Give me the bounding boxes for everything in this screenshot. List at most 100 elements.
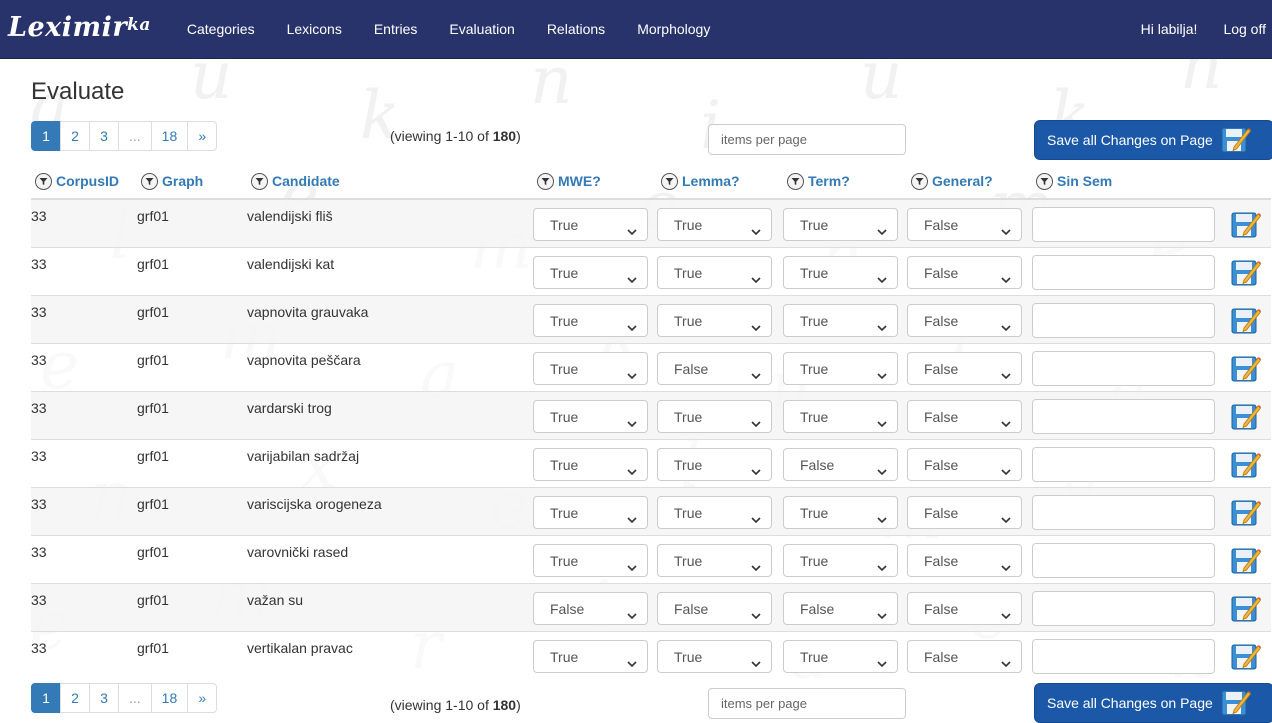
general-select[interactable]: False bbox=[907, 352, 1022, 385]
lemma-select[interactable]: True bbox=[657, 400, 772, 433]
sin-sem-input[interactable] bbox=[1032, 399, 1215, 434]
column-header-sin-sem[interactable]: Sin Sem bbox=[1032, 165, 1228, 200]
save-all-button[interactable]: Save all Changes on Page bbox=[1034, 683, 1272, 723]
sin-sem-input[interactable] bbox=[1032, 495, 1215, 530]
mwe-select[interactable]: True bbox=[533, 304, 648, 337]
lemma-select[interactable]: True bbox=[657, 304, 772, 337]
filter-icon[interactable] bbox=[141, 173, 158, 191]
save-edit-icon[interactable] bbox=[1231, 258, 1262, 289]
lemma-select[interactable]: True bbox=[657, 544, 772, 577]
lemma-select[interactable]: False bbox=[657, 592, 772, 625]
lemma-select[interactable]: True bbox=[657, 256, 772, 289]
general-select[interactable]: False bbox=[907, 256, 1022, 289]
term-select[interactable]: True bbox=[783, 208, 898, 241]
items-per-page-input[interactable] bbox=[708, 688, 906, 719]
sin-sem-input[interactable] bbox=[1032, 303, 1215, 338]
nav-entries[interactable]: Entries bbox=[358, 0, 434, 58]
column-header-candidate[interactable]: Candidate bbox=[247, 165, 533, 200]
page-2-button[interactable]: 2 bbox=[60, 683, 90, 713]
mwe-select[interactable]: True bbox=[533, 496, 648, 529]
lemma-select[interactable]: True bbox=[657, 448, 772, 481]
sin-sem-input[interactable] bbox=[1032, 639, 1215, 674]
save-edit-icon[interactable] bbox=[1231, 546, 1262, 577]
page-1-button[interactable]: 1 bbox=[31, 121, 61, 151]
filter-icon[interactable] bbox=[911, 173, 928, 191]
items-per-page-input[interactable] bbox=[708, 124, 906, 155]
mwe-select[interactable]: True bbox=[533, 640, 648, 673]
nav-lexicons[interactable]: Lexicons bbox=[271, 0, 358, 58]
lemma-select[interactable]: True bbox=[657, 208, 772, 241]
page-18-button[interactable]: 18 bbox=[150, 121, 189, 151]
sin-sem-input[interactable] bbox=[1032, 591, 1215, 626]
mwe-select[interactable]: True bbox=[533, 544, 648, 577]
save-edit-icon[interactable] bbox=[1231, 210, 1262, 241]
next-page-button[interactable]: » bbox=[187, 683, 218, 713]
term-select[interactable]: False bbox=[783, 592, 898, 625]
page-3-button[interactable]: 3 bbox=[89, 683, 119, 713]
page-2-button[interactable]: 2 bbox=[60, 121, 90, 151]
column-header-mwe[interactable]: MWE? bbox=[533, 165, 657, 200]
save-edit-icon[interactable] bbox=[1231, 402, 1262, 433]
term-select[interactable]: True bbox=[783, 496, 898, 529]
page-1-button[interactable]: 1 bbox=[31, 683, 61, 713]
general-select[interactable]: False bbox=[907, 592, 1022, 625]
column-header-corpusid[interactable]: CorpusID bbox=[31, 165, 137, 200]
general-select[interactable]: False bbox=[907, 304, 1022, 337]
filter-icon[interactable] bbox=[251, 173, 268, 191]
save-edit-icon[interactable] bbox=[1231, 498, 1262, 529]
sin-sem-input[interactable] bbox=[1032, 447, 1215, 482]
save-edit-icon[interactable] bbox=[1231, 594, 1262, 625]
general-select[interactable]: False bbox=[907, 640, 1022, 673]
lemma-select[interactable]: True bbox=[657, 496, 772, 529]
nav-evaluation[interactable]: Evaluation bbox=[433, 0, 530, 58]
sin-sem-input[interactable] bbox=[1032, 543, 1215, 578]
column-header-graph[interactable]: Graph bbox=[137, 165, 247, 200]
lemma-select[interactable]: False bbox=[657, 352, 772, 385]
term-select[interactable]: True bbox=[783, 304, 898, 337]
filter-icon[interactable] bbox=[35, 173, 52, 191]
nav-relations[interactable]: Relations bbox=[531, 0, 621, 58]
save-edit-icon[interactable] bbox=[1231, 642, 1262, 673]
filter-icon[interactable] bbox=[661, 173, 678, 191]
save-edit-icon[interactable] bbox=[1231, 354, 1262, 385]
mwe-select[interactable]: True bbox=[533, 256, 648, 289]
logoff-link[interactable]: Log off bbox=[1207, 0, 1272, 58]
column-header-general[interactable]: General? bbox=[907, 165, 1032, 200]
general-select[interactable]: False bbox=[907, 448, 1022, 481]
term-select[interactable]: True bbox=[783, 640, 898, 673]
lemma-select[interactable]: True bbox=[657, 640, 772, 673]
next-page-button[interactable]: » bbox=[187, 121, 218, 151]
column-header-term[interactable]: Term? bbox=[783, 165, 907, 200]
filter-icon[interactable] bbox=[1036, 173, 1053, 191]
general-select[interactable]: False bbox=[907, 496, 1022, 529]
general-select[interactable]: False bbox=[907, 544, 1022, 577]
term-select[interactable]: True bbox=[783, 400, 898, 433]
column-header-lemma[interactable]: Lemma? bbox=[657, 165, 783, 200]
term-select[interactable]: False bbox=[783, 448, 898, 481]
page-3-button[interactable]: 3 bbox=[89, 121, 119, 151]
nav-categories[interactable]: Categories bbox=[171, 0, 271, 58]
filter-icon[interactable] bbox=[537, 173, 554, 191]
mwe-select[interactable]: True bbox=[533, 208, 648, 241]
mwe-select[interactable]: False bbox=[533, 592, 648, 625]
sin-sem-input[interactable] bbox=[1032, 255, 1215, 290]
save-edit-icon[interactable] bbox=[1231, 306, 1262, 337]
filter-icon[interactable] bbox=[787, 173, 804, 191]
term-select[interactable]: True bbox=[783, 256, 898, 289]
user-greeting-link[interactable]: Hi labilja! bbox=[1131, 0, 1208, 58]
general-select[interactable]: False bbox=[907, 208, 1022, 241]
save-all-button[interactable]: Save all Changes on Page bbox=[1034, 120, 1272, 160]
sin-sem-input[interactable] bbox=[1032, 207, 1215, 242]
general-select[interactable]: False bbox=[907, 400, 1022, 433]
sin-sem-input[interactable] bbox=[1032, 351, 1215, 386]
mwe-select[interactable]: True bbox=[533, 352, 648, 385]
page-18-button[interactable]: 18 bbox=[150, 683, 189, 713]
save-edit-icon[interactable] bbox=[1231, 450, 1262, 481]
table-body: 33 grf01 valendijski fliš True True True False… bbox=[31, 198, 1271, 679]
mwe-select[interactable]: True bbox=[533, 400, 648, 433]
term-select[interactable]: True bbox=[783, 352, 898, 385]
mwe-select[interactable]: True bbox=[533, 448, 648, 481]
nav-morphology[interactable]: Morphology bbox=[621, 0, 726, 58]
brand-logo[interactable]: Leximirka bbox=[8, 12, 151, 43]
term-select[interactable]: True bbox=[783, 544, 898, 577]
